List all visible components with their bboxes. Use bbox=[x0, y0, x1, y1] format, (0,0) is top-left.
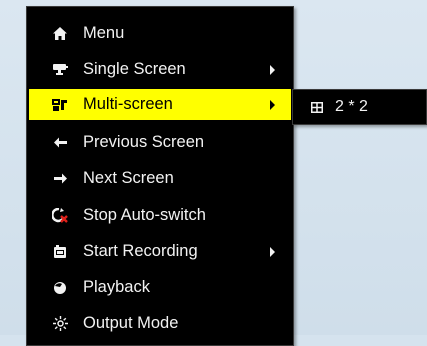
menu-item-output-mode[interactable]: Output Mode bbox=[29, 308, 291, 339]
menu-item-label: Output Mode bbox=[83, 314, 179, 332]
home-icon bbox=[29, 18, 83, 49]
menu-item-label: Start Recording bbox=[83, 242, 198, 260]
menu-item-label: Stop Auto-switch bbox=[83, 206, 206, 224]
camera-icon bbox=[29, 54, 83, 85]
playback-icon bbox=[29, 272, 83, 303]
menu-item-label: Multi-screen bbox=[83, 95, 173, 113]
menu-item-menu[interactable]: Menu bbox=[29, 18, 291, 49]
menu-item-next-screen[interactable]: Next Screen bbox=[29, 163, 291, 194]
output-mode-icon bbox=[29, 308, 83, 339]
menu-item-label: Menu bbox=[83, 24, 125, 42]
menu-item-multi-screen[interactable]: Multi-screen bbox=[29, 89, 291, 120]
multi-screen-icon bbox=[29, 89, 83, 120]
submenu-item-label: 2 * 2 bbox=[335, 98, 368, 115]
menu-item-label: Single Screen bbox=[83, 60, 186, 78]
stop-auto-switch-icon bbox=[29, 200, 83, 231]
arrow-right-icon bbox=[29, 163, 83, 194]
menu-item-label: Next Screen bbox=[83, 169, 174, 187]
submenu-item-2x2[interactable]: 2 * 2 bbox=[295, 92, 423, 122]
menu-item-stop-auto-switch[interactable]: Stop Auto-switch bbox=[29, 200, 291, 231]
arrow-left-icon bbox=[29, 127, 83, 158]
context-menu: Menu Single Screen Multi-screen Previous… bbox=[26, 6, 294, 346]
multi-screen-submenu: 2 * 2 bbox=[292, 89, 427, 125]
menu-item-previous-screen[interactable]: Previous Screen bbox=[29, 127, 291, 158]
grid-2x2-icon bbox=[295, 92, 335, 123]
submenu-arrow-icon bbox=[270, 100, 275, 110]
desktop-background: Menu Single Screen Multi-screen Previous… bbox=[0, 0, 427, 346]
menu-item-label: Playback bbox=[83, 278, 150, 296]
menu-item-single-screen[interactable]: Single Screen bbox=[29, 54, 291, 85]
menu-item-start-recording[interactable]: Start Recording bbox=[29, 236, 291, 267]
record-icon bbox=[29, 236, 83, 267]
submenu-arrow-icon bbox=[270, 247, 275, 257]
menu-item-label: Previous Screen bbox=[83, 133, 205, 151]
menu-item-playback[interactable]: Playback bbox=[29, 272, 291, 303]
submenu-arrow-icon bbox=[270, 65, 275, 75]
